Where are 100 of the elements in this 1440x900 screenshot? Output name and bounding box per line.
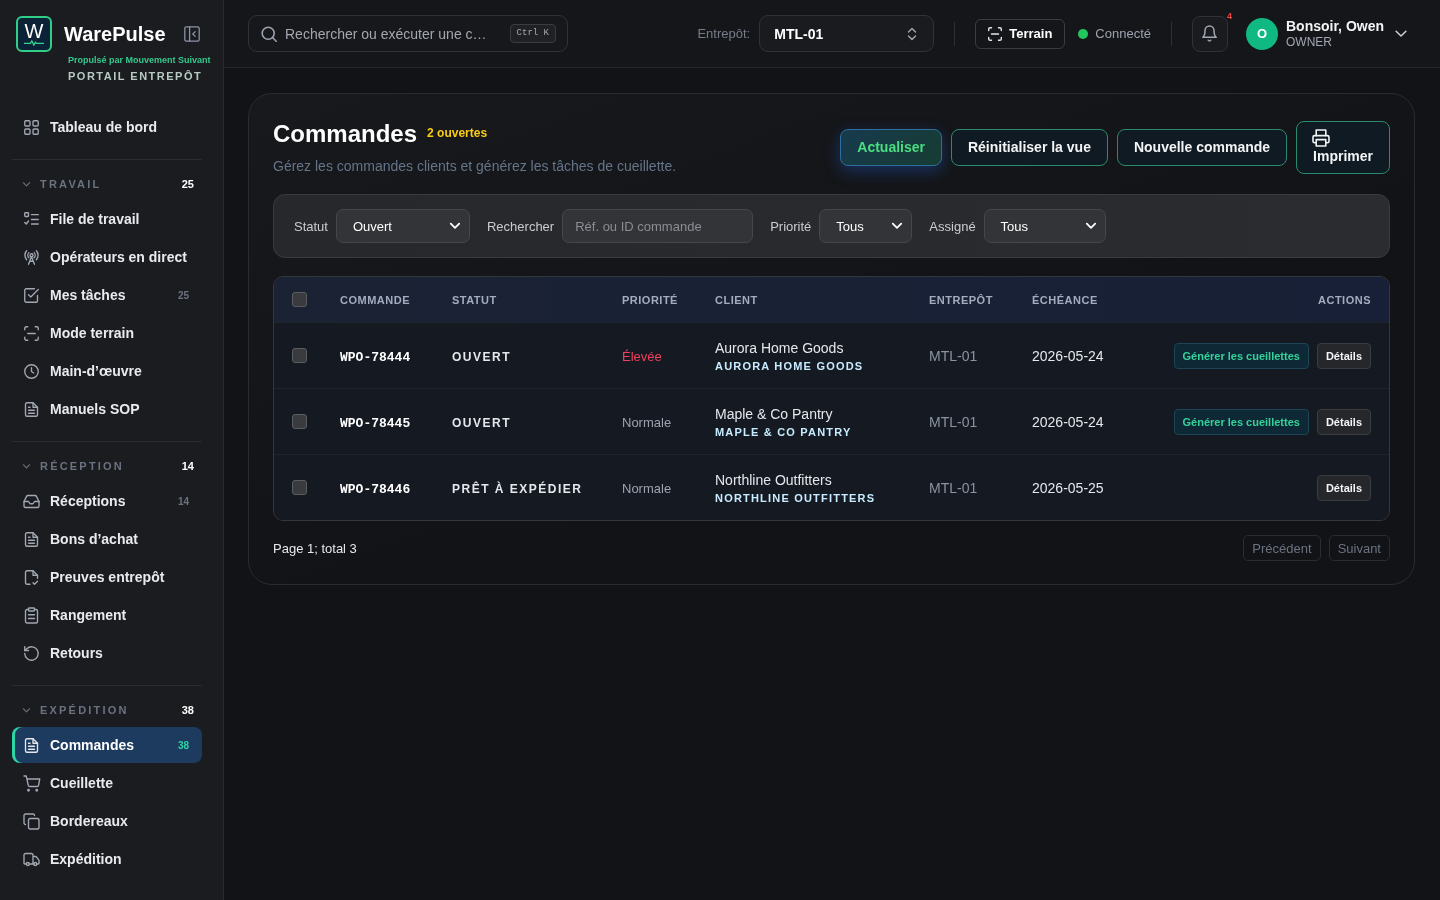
nav-count: 25 [177,289,189,301]
open-orders-count: 2 ouvertes [427,125,488,140]
portal-title: PORTAIL ENTREPÔT [68,69,203,83]
column-header: COMMANDE [340,293,410,306]
order-id[interactable]: WPO-78444 [340,349,411,365]
select-all-checkbox[interactable] [292,292,307,307]
user-greeting: Bonsoir, Owen [1286,17,1384,35]
client-code: NORTHLINE OUTFITTERS [715,491,877,504]
warehouse-code: MTL-01 [929,479,978,496]
nav-item[interactable]: Cueillette [12,765,202,801]
due-date: 2026-05-25 [1032,479,1104,496]
row-checkbox[interactable] [292,348,307,363]
keyboard-shortcut: Ctrl K [509,24,556,43]
nav-item[interactable]: Main-d’œuvre [12,353,202,389]
inbox-icon [24,493,39,509]
page-summary: Page 1; total 3 [273,540,357,556]
copy-icon [24,813,39,829]
document-icon [24,401,39,417]
nav-item[interactable]: Opérateurs en direct [12,239,202,275]
nav-item[interactable]: Mode terrain [12,315,202,351]
warehouse-select[interactable]: MTL-01 [759,15,935,52]
warehouse-code: MTL-01 [929,347,978,364]
document-icon [24,531,39,547]
nav-item[interactable]: Mes tâches 25 [12,277,202,313]
cart-icon [24,775,39,791]
due-date: 2026-05-24 [1032,347,1104,364]
clock-icon [24,363,39,379]
nav-item[interactable]: Expédition [12,841,202,877]
warehouse-code: MTL-01 [929,413,978,430]
notification-count: 4 [1226,10,1232,21]
printer-icon [1313,130,1330,146]
column-header: ENTREPÔT [929,293,993,306]
filter-label: Statut [294,218,328,234]
section-toggle[interactable]: RÉCEPTION 14 [12,452,202,480]
section-toggle[interactable]: EXPÉDITION 38 [12,696,202,724]
grid-icon [24,119,39,135]
nav-item[interactable]: Retours [12,635,202,671]
action-button[interactable]: Réinitialiser la vue [950,128,1108,166]
filter-select[interactable]: Tous [983,209,1106,243]
nav-item[interactable]: Bons d’achat [12,521,202,557]
app-logo: W [16,16,52,52]
file-check-icon [24,569,39,585]
field-mode-button[interactable]: Terrain [975,18,1066,49]
nav-count: 38 [177,739,189,751]
filter-label: Priorité [770,218,812,234]
bell-icon [1202,26,1218,41]
row-checkbox[interactable] [292,480,307,495]
action-button[interactable]: Nouvelle commande [1116,128,1288,166]
panel-collapse-icon[interactable] [184,26,200,42]
column-header: PRIORITÉ [622,293,678,306]
nav-item[interactable]: Preuves entrepôt [12,559,202,595]
truck-icon [24,851,39,867]
generate-picks-button[interactable]: Générer les cueillettes [1173,342,1309,369]
brand-name: WarePulse [64,22,166,46]
filter-label: Rechercher [486,218,555,234]
search-input[interactable]: Réf. ou ID commande [562,209,754,243]
nav-item[interactable]: Rangement [12,597,202,633]
due-date: 2026-05-24 [1032,413,1104,430]
priority-label: Élevée [622,348,662,364]
filter-label: Assigné [929,218,976,234]
filter-select[interactable]: Tous [819,209,913,243]
nav-item[interactable]: Tableau de bord [12,109,202,145]
client-name: Maple & Co Pantry [715,405,834,422]
client-name: Northline Outfitters [715,471,833,488]
clipboard-icon [24,607,39,623]
filter-select[interactable]: Ouvert [335,209,470,243]
nav-count: 14 [177,495,189,507]
order-status: OUVERT [452,349,511,364]
details-button[interactable]: Détails [1316,408,1371,435]
chevron-down-icon [1084,220,1097,232]
user-role: OWNER [1286,34,1333,50]
row-checkbox[interactable] [292,414,307,429]
nav-item[interactable]: Commandes 38 [12,727,202,763]
notifications-button[interactable] [1192,15,1228,52]
action-button[interactable]: Actualiser [840,128,942,166]
circular-arrow-icon [24,645,39,661]
connection-status: Connecté [1095,26,1151,41]
details-button[interactable]: Détails [1316,474,1371,501]
scan-frame-icon [24,325,39,341]
client-name: Aurora Home Goods [715,339,845,356]
nav-item[interactable]: Manuels SOP [12,391,202,427]
order-id[interactable]: WPO-78446 [340,481,411,497]
section-count: 38 [181,704,194,716]
generate-picks-button[interactable]: Générer les cueillettes [1173,408,1309,435]
scan-frame-icon [988,26,1003,41]
section-toggle[interactable]: TRAVAIL 25 [12,170,202,198]
nav-item[interactable]: Réceptions 14 [12,483,202,519]
column-header: STATUT [452,293,497,306]
broadcast-tower-icon [24,249,39,265]
order-status: OUVERT [452,415,511,430]
client-code: MAPLE & CO PANTRY [715,425,853,438]
nav-item[interactable]: Bordereaux [12,803,202,839]
details-button[interactable]: Détails [1316,342,1371,369]
order-id[interactable]: WPO-78445 [340,415,411,431]
nav-item[interactable]: File de travail [12,201,202,237]
brand-tagline: Propulsé par Mouvement Suivant [68,55,211,66]
priority-label: Normale [622,480,672,496]
print-button[interactable]: Imprimer [1296,120,1390,174]
priority-label: Normale [622,414,672,430]
column-header: CLIENT [715,293,758,306]
